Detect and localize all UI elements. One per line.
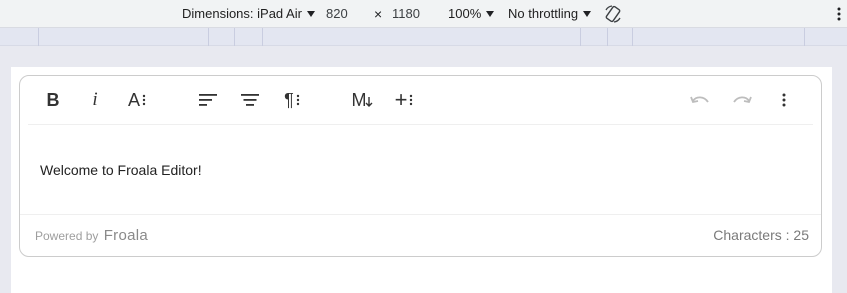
- throttling-label: No throttling: [508, 6, 579, 21]
- froala-logo: Froala: [103, 227, 149, 244]
- powered-by-label: Powered by: [35, 229, 99, 243]
- bold-icon: B: [46, 90, 60, 110]
- text-more-button[interactable]: A: [121, 86, 153, 114]
- italic-button[interactable]: i: [79, 86, 111, 114]
- height-input[interactable]: 1180: [392, 0, 420, 28]
- paragraph-more-button[interactable]: ¶: [276, 86, 308, 114]
- more-dots-icon: [296, 94, 300, 106]
- footer-divider: [20, 214, 821, 215]
- undo-button[interactable]: [684, 86, 716, 114]
- align-center-icon: [241, 94, 259, 106]
- zoom-label: 100%: [448, 6, 482, 21]
- throttling-select[interactable]: No throttling: [508, 0, 592, 28]
- ruler-divider: [580, 28, 581, 46]
- froala-editor: B i A ¶ M + Welcome to Froala Editor! Po…: [19, 75, 822, 257]
- bold-button[interactable]: B: [37, 86, 69, 114]
- device-viewport: B i A ¶ M + Welcome to Froala Editor! Po…: [11, 67, 832, 293]
- align-left-button[interactable]: [192, 86, 224, 114]
- arrow-down-icon: [365, 97, 372, 107]
- ruler-divider: [208, 28, 209, 46]
- dimensions-select[interactable]: Dimensions: iPad Air: [182, 0, 315, 28]
- italic-icon: i: [92, 89, 98, 110]
- more-dots-icon: [410, 94, 413, 106]
- align-left-icon: [199, 94, 217, 106]
- more-vertical-icon: [782, 93, 786, 107]
- ruler-divider: [262, 28, 263, 46]
- editor-toolbar: B i A ¶ M +: [20, 76, 821, 125]
- chevron-down-icon: [486, 11, 495, 17]
- dimensions-label: Dimensions: iPad Air: [182, 6, 302, 21]
- powered-by-link[interactable]: Powered by Froala: [35, 227, 148, 244]
- chevron-down-icon: [583, 11, 592, 17]
- markdown-button[interactable]: M: [346, 86, 378, 114]
- rotate-icon[interactable]: [603, 4, 623, 24]
- ruler-divider: [804, 28, 805, 46]
- paragraph-icon: ¶: [284, 90, 294, 110]
- character-counter: Characters : 25: [713, 227, 809, 243]
- width-input[interactable]: 820: [326, 0, 348, 28]
- ruler-divider: [38, 28, 39, 46]
- ruler-divider: [632, 28, 633, 46]
- ruler-divider: [607, 28, 608, 46]
- plus-icon: +: [394, 87, 408, 112]
- chevron-down-icon: [306, 11, 315, 17]
- times-label: ×: [374, 6, 383, 22]
- redo-icon: [733, 96, 752, 104]
- toolbar-divider: [28, 124, 813, 125]
- more-dots-icon: [142, 94, 146, 106]
- more-options-button[interactable]: [768, 86, 800, 114]
- undo-icon: [690, 96, 709, 104]
- ruler-divider: [234, 28, 235, 46]
- editor-content[interactable]: Welcome to Froala Editor!: [40, 162, 202, 178]
- align-center-button[interactable]: [234, 86, 266, 114]
- insert-more-button[interactable]: +: [388, 86, 420, 114]
- device-toolbar: Dimensions: iPad Air 820 × 1180 100% No …: [0, 0, 847, 28]
- media-query-ruler[interactable]: [0, 28, 847, 46]
- zoom-select[interactable]: 100%: [448, 0, 495, 28]
- more-vertical-icon[interactable]: [836, 7, 842, 21]
- redo-button[interactable]: [726, 86, 758, 114]
- font-size-icon: A: [127, 90, 140, 110]
